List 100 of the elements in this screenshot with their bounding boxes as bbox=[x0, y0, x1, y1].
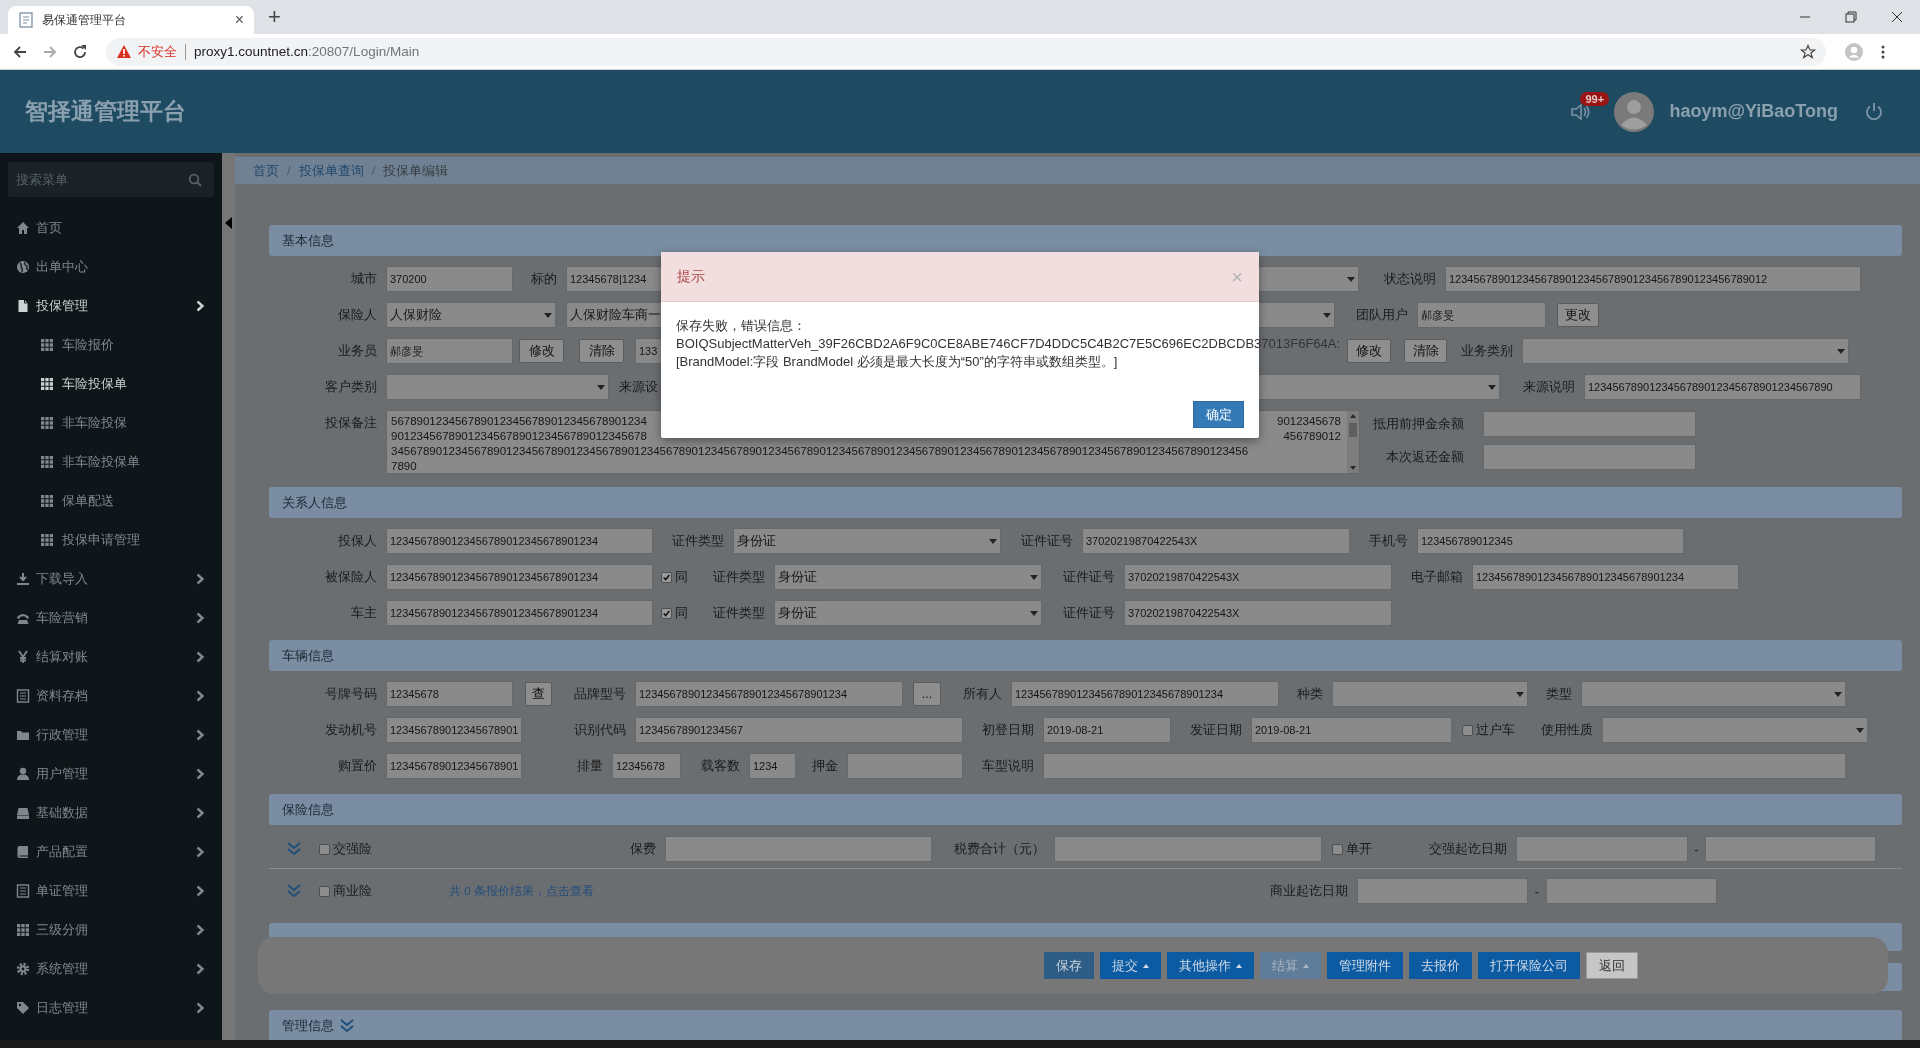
input-field[interactable]: 1234567890123456789012345678901234 bbox=[386, 528, 653, 554]
input-field[interactable]: 12345678 bbox=[386, 681, 513, 707]
dropdown[interactable]: 人保财险 bbox=[386, 302, 556, 328]
checkbox[interactable] bbox=[661, 571, 672, 583]
avatar-icon[interactable] bbox=[1614, 91, 1655, 132]
back-icon[interactable] bbox=[12, 43, 28, 60]
small-button[interactable]: 修改 bbox=[519, 339, 564, 363]
sidebar-item[interactable]: 保单配送 bbox=[0, 481, 222, 520]
address-bar[interactable]: 不安全 proxy1.countnet.cn:20807/Login/Main bbox=[106, 37, 1826, 66]
toolbar-button[interactable]: 保存 bbox=[1044, 952, 1094, 979]
input-field[interactable]: 37020219870422543X bbox=[1082, 528, 1350, 554]
sidebar-item[interactable]: 系统管理 bbox=[0, 949, 222, 988]
sidebar-item[interactable]: 出单中心 bbox=[0, 247, 222, 286]
small-button[interactable]: 查 bbox=[525, 682, 552, 706]
input-field[interactable]: 1234567890123456789012345678901234 bbox=[635, 681, 903, 707]
input-field[interactable]: 37020219870422543X bbox=[1124, 564, 1392, 590]
input-field[interactable]: 1234567890123456789012345678901234 bbox=[386, 564, 653, 590]
scrollbar[interactable] bbox=[222, 153, 235, 1040]
sidebar-item[interactable]: 投保管理 bbox=[0, 286, 222, 325]
input-field[interactable]: 郝彦旻 bbox=[1417, 302, 1546, 328]
sidebar-item[interactable]: 行政管理 bbox=[0, 715, 222, 754]
input-field[interactable]: 12345678 bbox=[612, 753, 681, 779]
input-field[interactable]: 123456789012345678901 bbox=[386, 717, 522, 743]
toolbar-button[interactable]: 返回 bbox=[1586, 952, 1638, 979]
input-field[interactable]: 1234567890123456789012345678901234567890123456789012 bbox=[1445, 266, 1861, 292]
dropdown[interactable] bbox=[1332, 681, 1528, 707]
new-tab-button[interactable]: + bbox=[268, 6, 281, 28]
input-field[interactable]: 12345678901234567 bbox=[635, 717, 963, 743]
expand-icon[interactable] bbox=[286, 841, 302, 857]
small-button[interactable]: ... bbox=[913, 682, 941, 706]
input-field[interactable]: 370200 bbox=[386, 266, 513, 292]
input-field[interactable] bbox=[1357, 878, 1528, 904]
star-icon[interactable] bbox=[1800, 43, 1816, 60]
input-field[interactable] bbox=[1043, 753, 1846, 779]
tab-close-button[interactable]: × bbox=[234, 12, 244, 28]
small-button[interactable]: 清除 bbox=[579, 339, 624, 363]
expand-icon[interactable] bbox=[286, 883, 302, 899]
power-icon[interactable] bbox=[1864, 101, 1884, 122]
dropdown[interactable]: 身份证 bbox=[774, 600, 1042, 626]
sidebar-item[interactable]: 投保申请管理 bbox=[0, 520, 222, 559]
input-field[interactable] bbox=[1054, 836, 1322, 862]
input-field[interactable]: 123456789012345 bbox=[1417, 528, 1684, 554]
checkbox[interactable] bbox=[661, 607, 672, 619]
sidebar-item[interactable]: 非车险投保 bbox=[0, 403, 222, 442]
sidebar-item[interactable]: 单证管理 bbox=[0, 871, 222, 910]
sidebar-item[interactable]: 车险营销 bbox=[0, 598, 222, 637]
sidebar-item[interactable]: 非车险投保单 bbox=[0, 442, 222, 481]
toolbar-button[interactable]: 去报价 bbox=[1409, 952, 1472, 979]
menu-icon[interactable] bbox=[1880, 43, 1886, 60]
sidebar-item[interactable]: 车险投保单 bbox=[0, 364, 222, 403]
checkbox[interactable] bbox=[1332, 843, 1343, 855]
forward-icon[interactable] bbox=[42, 43, 58, 60]
user-name[interactable]: haoym@YiBaoTong bbox=[1669, 101, 1838, 122]
reload-icon[interactable] bbox=[72, 43, 88, 60]
security-label[interactable]: 不安全 bbox=[138, 42, 177, 61]
sidebar-item[interactable]: 下载导入 bbox=[0, 559, 222, 598]
input-field[interactable] bbox=[1705, 836, 1876, 862]
input-field[interactable] bbox=[1483, 411, 1696, 437]
sidebar-item[interactable]: 结算对账 bbox=[0, 637, 222, 676]
input-field[interactable]: 郝彦旻 bbox=[386, 338, 513, 364]
dropdown[interactable] bbox=[386, 374, 609, 400]
collapse-icon[interactable] bbox=[224, 216, 233, 230]
input-field[interactable] bbox=[665, 836, 932, 862]
input-field[interactable]: 123456789012345678901 bbox=[386, 753, 522, 779]
small-button[interactable]: 修改 bbox=[1347, 339, 1391, 363]
dropdown[interactable]: 身份证 bbox=[774, 564, 1042, 590]
account-icon[interactable] bbox=[1844, 41, 1864, 62]
sidebar-item[interactable]: 三级分佣 bbox=[0, 910, 222, 949]
input-field[interactable]: 37020219870422543X bbox=[1124, 600, 1392, 626]
sidebar-item[interactable]: 首页 bbox=[0, 208, 222, 247]
input-field[interactable]: 1234567890123456789012345678901234 bbox=[1011, 681, 1279, 707]
browser-tab[interactable]: 易保通管理平台 × bbox=[8, 6, 254, 34]
toolbar-button[interactable]: 提交 bbox=[1100, 952, 1161, 979]
input-field[interactable]: 1234 bbox=[749, 753, 796, 779]
toolbar-button[interactable]: 其他操作 bbox=[1167, 952, 1254, 979]
dropdown[interactable]: 身份证 bbox=[733, 528, 1001, 554]
small-button[interactable]: 更改 bbox=[1557, 303, 1599, 327]
input-field[interactable]: 1234567890123456789012345678901234 bbox=[1472, 564, 1739, 590]
input-field[interactable]: 2019-08-21 bbox=[1251, 717, 1452, 743]
dropdown[interactable] bbox=[1522, 338, 1849, 364]
sidebar-item[interactable]: 日志管理 bbox=[0, 988, 222, 1027]
input-field[interactable]: 2019-08-21 bbox=[1043, 717, 1171, 743]
input-field[interactable] bbox=[1483, 444, 1696, 470]
input-field[interactable] bbox=[1546, 878, 1717, 904]
input-field[interactable] bbox=[847, 753, 963, 779]
sidebar-item[interactable]: 车险报价 bbox=[0, 325, 222, 364]
input-field[interactable]: 1234567890123456789012345678901234 bbox=[386, 600, 653, 626]
sidebar-item[interactable]: 用户管理 bbox=[0, 754, 222, 793]
dropdown[interactable] bbox=[1581, 681, 1846, 707]
input-field[interactable]: 1234567890123456789012345678901234567890 bbox=[1584, 374, 1861, 400]
toolbar-button[interactable]: 管理附件 bbox=[1327, 952, 1403, 979]
close-icon[interactable] bbox=[1891, 11, 1903, 23]
confirm-button[interactable]: 确定 bbox=[1193, 401, 1244, 428]
search-icon[interactable] bbox=[188, 173, 202, 187]
restore-icon[interactable] bbox=[1845, 11, 1857, 23]
search-field[interactable]: 搜索菜单 bbox=[8, 162, 214, 197]
input-field[interactable] bbox=[1516, 836, 1688, 862]
checkbox[interactable] bbox=[319, 843, 330, 855]
sidebar-item[interactable]: 基础数据 bbox=[0, 793, 222, 832]
sidebar-item[interactable]: 产品配置 bbox=[0, 832, 222, 871]
